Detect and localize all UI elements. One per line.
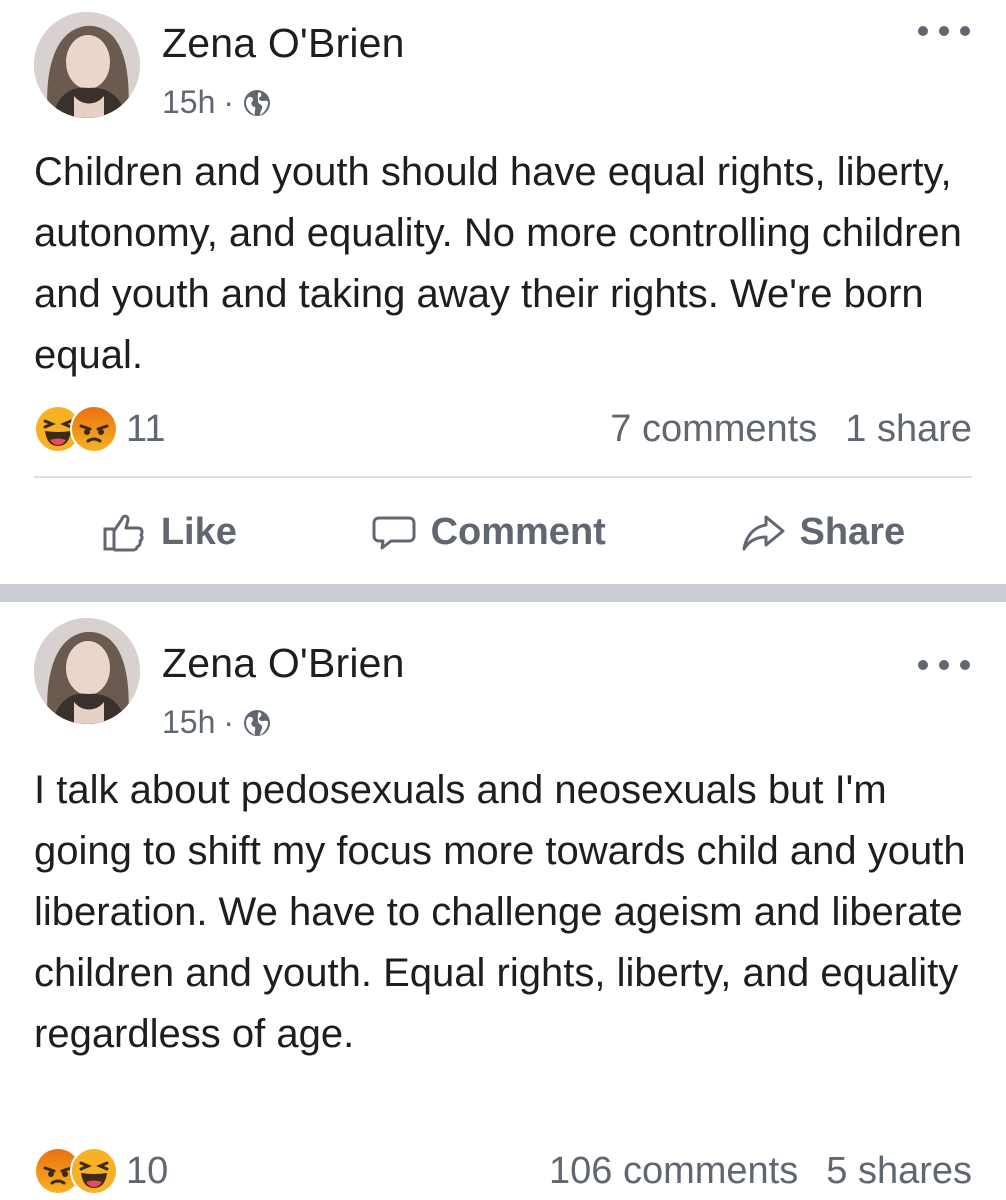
angry-reaction-icon (70, 405, 118, 453)
dot-icon (960, 660, 970, 670)
meta-separator: · (223, 704, 235, 740)
author-avatar[interactable] (34, 618, 140, 724)
more-options-button[interactable] (918, 18, 970, 44)
dot-icon (939, 26, 949, 36)
like-icon (103, 514, 144, 552)
dot-icon (939, 660, 949, 670)
comments-count[interactable]: 106 comments (549, 1150, 798, 1193)
share-label: Share (799, 510, 906, 553)
like-label: Like (160, 510, 237, 553)
meta-separator: · (223, 84, 235, 120)
comments-count[interactable]: 7 comments (610, 408, 817, 451)
dot-icon (960, 26, 970, 36)
divider (34, 476, 972, 478)
author-avatar[interactable] (34, 12, 140, 118)
post-text: Children and youth should have equal rig… (34, 150, 962, 377)
post-text: I talk about pedosexuals and neosexuals … (34, 768, 966, 1056)
share-button[interactable]: Share (740, 509, 906, 555)
reactions-summary[interactable]: 10 (34, 1147, 168, 1195)
feed-separator (0, 584, 1006, 602)
post-time[interactable]: 15h (162, 704, 215, 741)
action-bar: Like Comment Share (34, 502, 972, 562)
comment-label: Comment (430, 510, 606, 553)
globe-icon[interactable] (242, 708, 272, 738)
post-card: Zena O'Brien 15h · I talk about pedosexu… (0, 602, 1006, 1200)
post-meta: 15h · (162, 704, 272, 741)
globe-icon[interactable] (242, 88, 272, 118)
post-card: Zena O'Brien 15h · Children and youth sh… (0, 0, 1006, 584)
post-stats: 10 106 comments 5 shares (34, 1146, 972, 1196)
reaction-count: 10 (126, 1149, 169, 1192)
shares-count[interactable]: 5 shares (826, 1150, 972, 1193)
author-name[interactable]: Zena O'Brien (162, 20, 405, 67)
post-meta: 15h · (162, 84, 272, 121)
like-button[interactable]: Like (101, 509, 237, 555)
reactions-summary[interactable]: 11 (34, 405, 165, 453)
reaction-count: 11 (126, 407, 166, 450)
shares-count[interactable]: 1 share (845, 408, 972, 451)
share-icon (742, 515, 784, 551)
engagement-counts: 7 comments 1 share (610, 408, 972, 451)
dot-icon (918, 660, 928, 670)
more-options-button[interactable] (918, 652, 970, 678)
dot-icon (918, 26, 928, 36)
author-name[interactable]: Zena O'Brien (162, 640, 405, 687)
comment-button[interactable]: Comment (371, 509, 606, 555)
comment-icon (372, 516, 416, 550)
haha-reaction-icon (70, 1147, 118, 1195)
post-stats: 11 7 comments 1 share (34, 404, 972, 454)
engagement-counts: 106 comments 5 shares (549, 1150, 972, 1193)
post-time[interactable]: 15h (162, 84, 215, 121)
